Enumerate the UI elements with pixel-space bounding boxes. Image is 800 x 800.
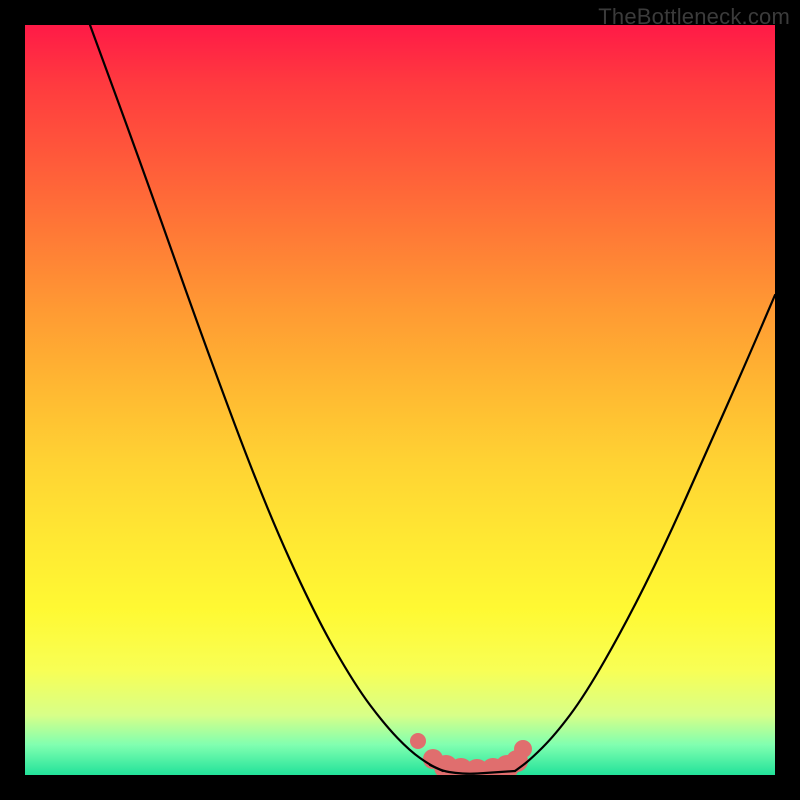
valley-marker xyxy=(410,733,426,749)
valley-marker xyxy=(514,740,532,758)
valley-markers xyxy=(410,733,532,775)
chart-frame: TheBottleneck.com xyxy=(0,0,800,800)
left-curve xyxy=(90,25,443,771)
right-curve xyxy=(515,295,775,771)
watermark-text: TheBottleneck.com xyxy=(598,4,790,30)
curve-layer xyxy=(25,25,775,775)
plot-area xyxy=(25,25,775,775)
